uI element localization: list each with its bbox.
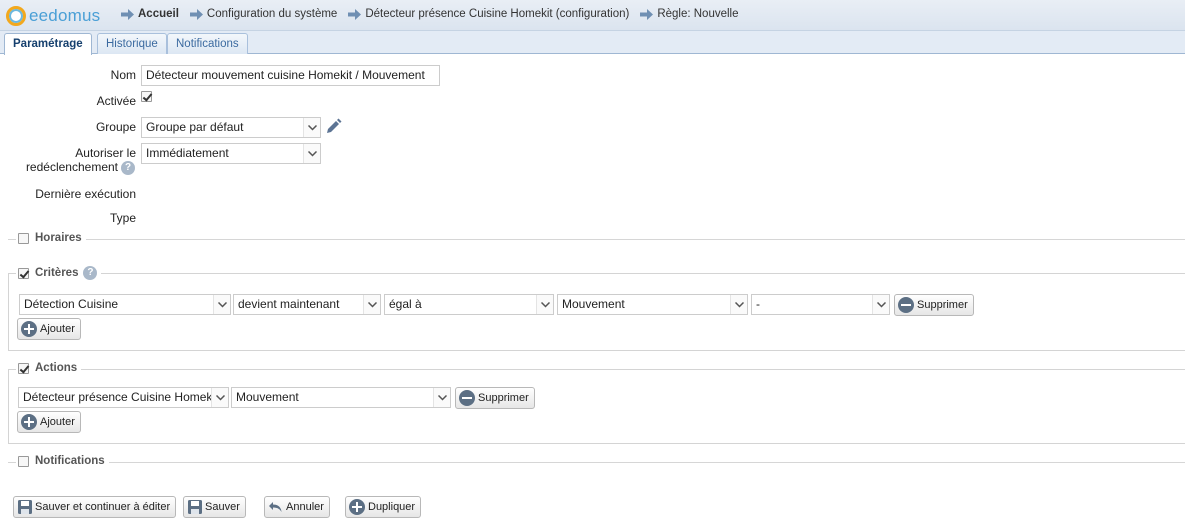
autoriser-label-line1: Autoriser le (75, 146, 136, 160)
criteres-checkbox[interactable] (18, 267, 29, 279)
breadcrumb-item-device[interactable]: Détecteur présence Cuisine Homekit (conf… (348, 8, 629, 20)
breadcrumb-item-rule: Règle: Nouvelle (640, 8, 739, 20)
criteria-value-select[interactable]: Mouvement (557, 294, 748, 315)
floppy-disk-icon (188, 500, 202, 514)
tab-bar: Paramétrage Historique Notifications (0, 31, 1185, 55)
criteria-delete-button[interactable]: Supprimer (894, 294, 974, 316)
undo-icon (269, 502, 282, 512)
tab-parametrage[interactable]: Paramétrage (4, 33, 92, 55)
breadcrumb: Accueil Configuration du système Détecte… (121, 8, 750, 20)
autoriser-select[interactable]: Immédiatement (141, 143, 321, 164)
chevron-down-icon (213, 295, 230, 314)
groupe-label: Groupe (95, 120, 136, 134)
chevron-down-icon (211, 388, 228, 407)
horaires-divider (8, 239, 1185, 240)
autoriser-select-value: Immédiatement (146, 146, 229, 160)
arrow-right-icon (189, 8, 203, 20)
criteria-device-select[interactable]: Détection Cuisine (19, 294, 231, 315)
arrow-right-icon (121, 8, 134, 20)
action-device-select[interactable]: Détecteur présence Cuisine Homekit (18, 387, 229, 408)
logo-text: eedomus (29, 6, 101, 25)
nom-input[interactable]: Détecteur mouvement cuisine Homekit / Mo… (141, 65, 440, 86)
type-label: Type (109, 211, 136, 225)
duplicate-button[interactable]: Dupliquer (345, 496, 422, 518)
actions-checkbox[interactable] (18, 362, 29, 374)
logo-ring-icon (6, 6, 26, 26)
minus-circle-icon (898, 297, 914, 313)
autoriser-label-line2: redéclenchement (25, 160, 118, 174)
notifications-legend: Notifications (16, 455, 109, 467)
floppy-disk-icon (18, 500, 32, 514)
chevron-down-icon (872, 295, 889, 314)
help-icon[interactable]: ? (121, 161, 135, 175)
arrow-right-icon (348, 8, 362, 20)
save-button[interactable]: Sauver (183, 496, 246, 518)
horaires-legend: Horaires (16, 232, 86, 244)
pencil-edit-icon[interactable] (325, 118, 342, 135)
top-bar: eedomus Accueil Configuration du système… (0, 0, 1185, 31)
breadcrumb-item-configuration[interactable]: Configuration du système (189, 8, 337, 20)
plus-circle-icon (21, 414, 37, 430)
action-value-select[interactable]: Mouvement (231, 387, 451, 408)
chevron-down-icon (303, 144, 320, 163)
criteria-add-button[interactable]: Ajouter (17, 318, 81, 340)
chevron-down-icon (536, 295, 553, 314)
action-add-button[interactable]: Ajouter (17, 411, 81, 433)
tab-historique[interactable]: Historique (97, 33, 167, 54)
chevron-down-icon (433, 388, 450, 407)
criteres-legend: Critères ? (16, 266, 102, 280)
chevron-down-icon (303, 118, 320, 137)
cancel-button[interactable]: Annuler (264, 496, 330, 518)
help-icon[interactable]: ? (83, 266, 98, 280)
criteria-change-select[interactable]: devient maintenant (233, 294, 381, 315)
horaires-checkbox[interactable] (18, 232, 29, 244)
chevron-down-icon (730, 295, 747, 314)
plus-circle-icon (21, 321, 37, 337)
minus-circle-icon (459, 390, 475, 406)
save-continue-button[interactable]: Sauver et continuer à éditer (13, 496, 177, 518)
nom-label: Nom (110, 68, 136, 82)
actions-legend: Actions (16, 362, 82, 374)
activee-label: Activée (96, 94, 136, 108)
activee-checkbox[interactable] (141, 91, 152, 102)
tab-notifications[interactable]: Notifications (167, 33, 248, 54)
eedomus-logo[interactable]: eedomus (6, 5, 100, 27)
arrow-right-icon (640, 8, 654, 20)
notifications-checkbox[interactable] (18, 455, 29, 467)
groupe-select[interactable]: Groupe par défaut (141, 117, 321, 138)
groupe-select-value: Groupe par défaut (146, 120, 244, 134)
derniere-execution-label: Dernière exécution (35, 187, 136, 201)
plus-circle-icon (349, 499, 365, 515)
notifications-divider (8, 462, 1185, 463)
action-delete-button[interactable]: Supprimer (455, 387, 535, 409)
chevron-down-icon (363, 295, 380, 314)
criteria-extra-select[interactable]: - (751, 294, 890, 315)
breadcrumb-item-accueil[interactable]: Accueil (121, 8, 179, 20)
criteria-operator-select[interactable]: égal à (384, 294, 554, 315)
